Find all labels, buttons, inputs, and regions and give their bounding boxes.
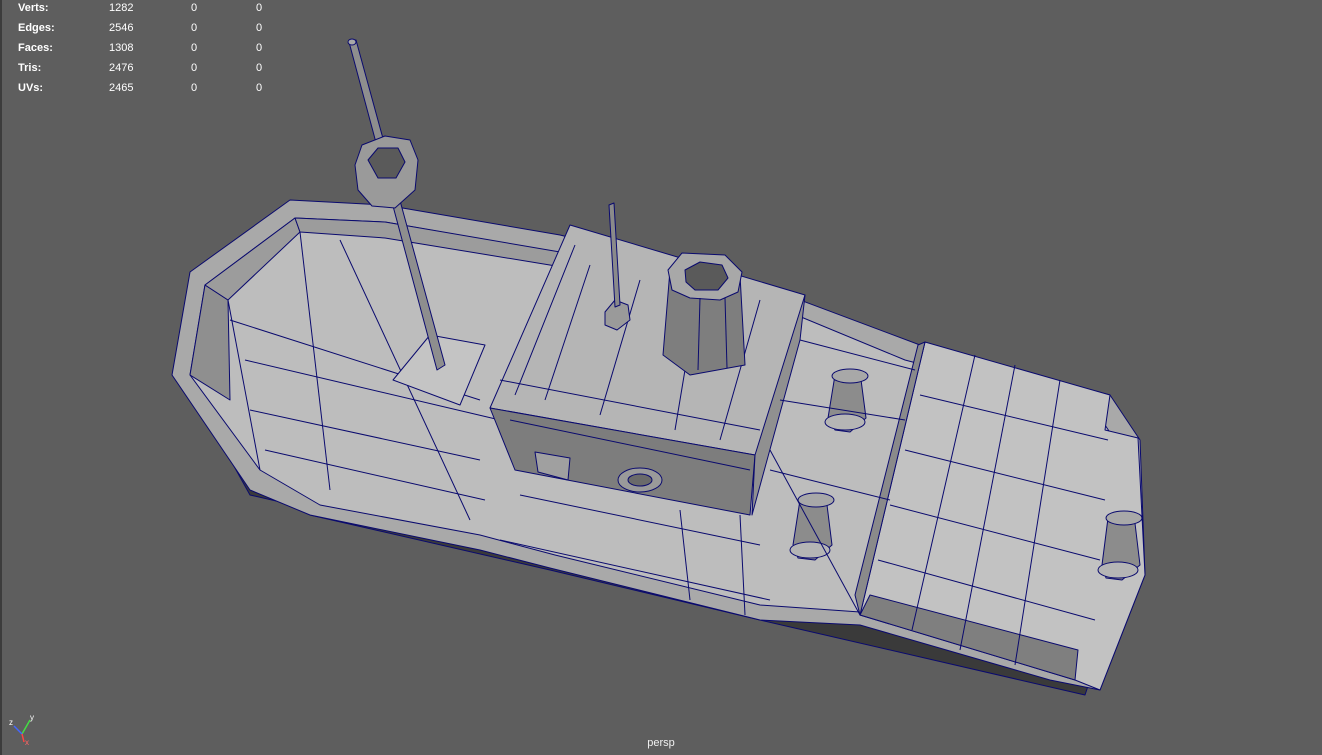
hud-value: 2546	[109, 22, 134, 34]
hud-value: 0	[191, 2, 198, 14]
hud-value: 1282	[109, 2, 134, 14]
hud-label: Verts:	[18, 2, 49, 14]
hud-value: 2476	[109, 62, 134, 74]
camera-label: persp	[647, 737, 675, 749]
axis-y-label: y	[30, 713, 34, 722]
hud-label: Edges:	[18, 22, 55, 34]
boat-model-wireframe[interactable]	[0, 0, 1322, 755]
hud-value: 0	[191, 62, 198, 74]
axis-z-label: z	[9, 718, 13, 727]
hud-label: Faces:	[18, 42, 53, 54]
hud-value: 0	[191, 82, 198, 94]
hud-value: 0	[191, 22, 198, 34]
hud-value: 0	[256, 22, 263, 34]
hud-value: 0	[256, 82, 263, 94]
hud-value: 0	[256, 62, 263, 74]
hud-value: 1308	[109, 42, 134, 54]
hud-label: Tris:	[18, 62, 42, 74]
hud-value: 0	[256, 42, 263, 54]
3d-viewport[interactable]: Verts: 1282 0 0 Edges: 2546 0 0 Faces: 1…	[0, 0, 1322, 755]
hud-value: 2465	[109, 82, 134, 94]
hud-label: UVs:	[18, 82, 44, 94]
hud-value: 0	[191, 42, 198, 54]
hud-value: 0	[256, 2, 263, 14]
